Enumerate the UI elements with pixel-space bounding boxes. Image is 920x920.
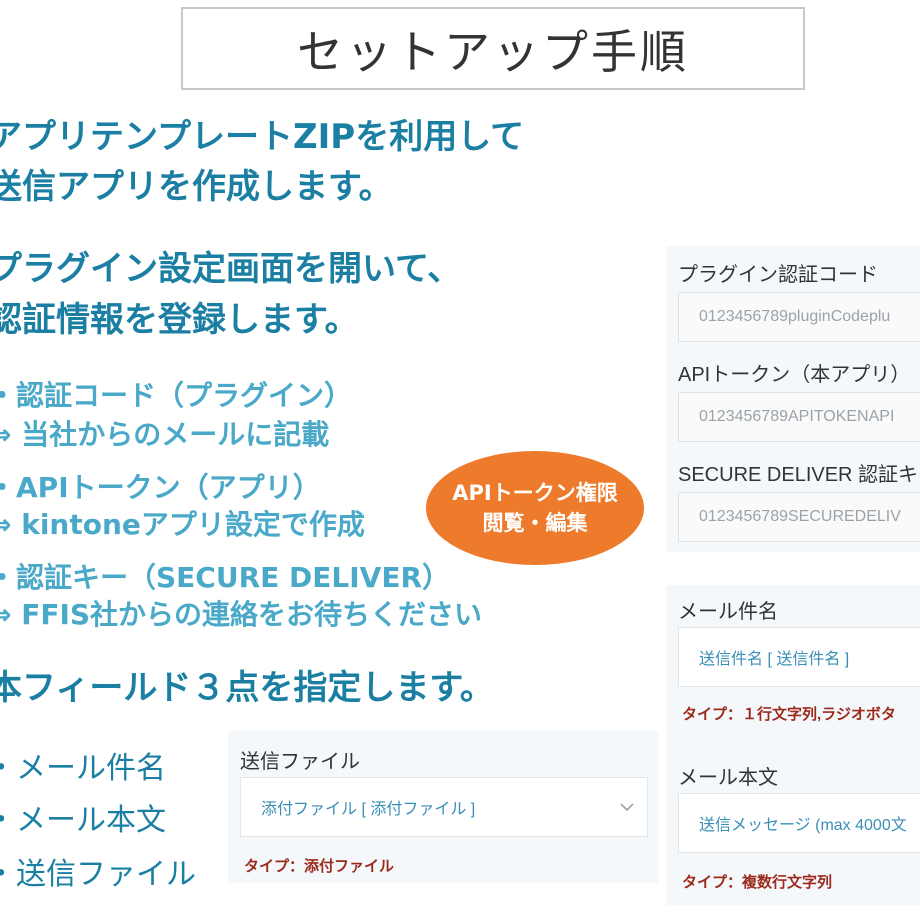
mail-subject-type: タイプ：１行文字列,ラジオボタ — [682, 706, 896, 723]
auth-item-plugin-code-detail: ⇒ 当社からのメールに記載 — [0, 418, 330, 451]
api-token-label: APIトークン（本アプリ） — [678, 364, 911, 386]
auth-item-secure-key-detail: ⇒ FFIS社からの連絡をお待ちください — [0, 598, 483, 631]
secure-key-label: SECURE DELIVER 認証キ — [678, 464, 919, 486]
auth-item-secure-key: ・認証キー（SECURE DELIVER） — [0, 561, 451, 594]
step-2-line-2: 認証情報を登録します。 — [0, 300, 359, 340]
send-file-panel: 送信ファイル 添付ファイル [ 添付ファイル ] タイプ：添付ファイル — [228, 731, 658, 883]
chevron-down-icon[interactable] — [607, 778, 647, 836]
field-list-file: ・送信ファイル — [0, 857, 196, 892]
auth-item-api-token-detail: ⇒ kintoneアプリ設定で作成 — [0, 508, 365, 541]
secure-key-input[interactable]: 0123456789SECUREDELIV — [678, 492, 920, 542]
badge-line-2: 閲覧・編集 — [482, 511, 588, 535]
send-file-label: 送信ファイル — [240, 751, 360, 773]
send-file-select-value: 添付ファイル [ 添付ファイル ] — [261, 801, 476, 818]
mail-subject-label: メール件名 — [678, 601, 778, 623]
auth-item-plugin-code: ・認証コード（プラグイン） — [0, 379, 353, 412]
api-token-input[interactable]: 0123456789APITOKENAPI — [678, 392, 920, 442]
plugin-code-label: プラグイン認証コード — [678, 264, 878, 286]
step-1-line-2: 送信アプリを作成します。 — [0, 167, 393, 207]
send-file-select[interactable]: 添付ファイル [ 添付ファイル ] — [240, 777, 648, 837]
step-2-line-1: プラグイン設定画面を開いて、 — [0, 249, 462, 289]
mail-body-type: タイプ：複数行文字列 — [682, 874, 833, 891]
mail-body-select[interactable]: 送信メッセージ (max 4000文 — [678, 793, 920, 853]
field-list-body: ・メール本文 — [0, 803, 166, 838]
mail-subject-select[interactable]: 送信件名 [ 送信件名 ] — [678, 627, 920, 687]
auth-item-api-token: ・APIトークン（アプリ） — [0, 471, 321, 504]
page-title: セットアップ手順 — [181, 7, 805, 90]
badge-line-1: APIトークン権限 — [452, 481, 618, 505]
field-list-subject: ・メール件名 — [0, 751, 166, 786]
api-token-permission-badge: APIトークン権限 閲覧・編集 — [426, 451, 644, 565]
send-file-type: タイプ：添付ファイル — [244, 858, 395, 875]
auth-settings-panel: プラグイン認証コード 0123456789pluginCodeplu APIトー… — [666, 246, 920, 552]
mail-fields-panel: メール件名 送信件名 [ 送信件名 ] タイプ：１行文字列,ラジオボタ メール本… — [666, 585, 920, 905]
step-3-line-1: 本フィールド３点を指定します。 — [0, 668, 494, 708]
mail-body-label: メール本文 — [678, 767, 778, 789]
step-1-line-1: アプリテンプレートZIPを利用して — [0, 117, 525, 157]
plugin-code-input[interactable]: 0123456789pluginCodeplu — [678, 292, 920, 342]
